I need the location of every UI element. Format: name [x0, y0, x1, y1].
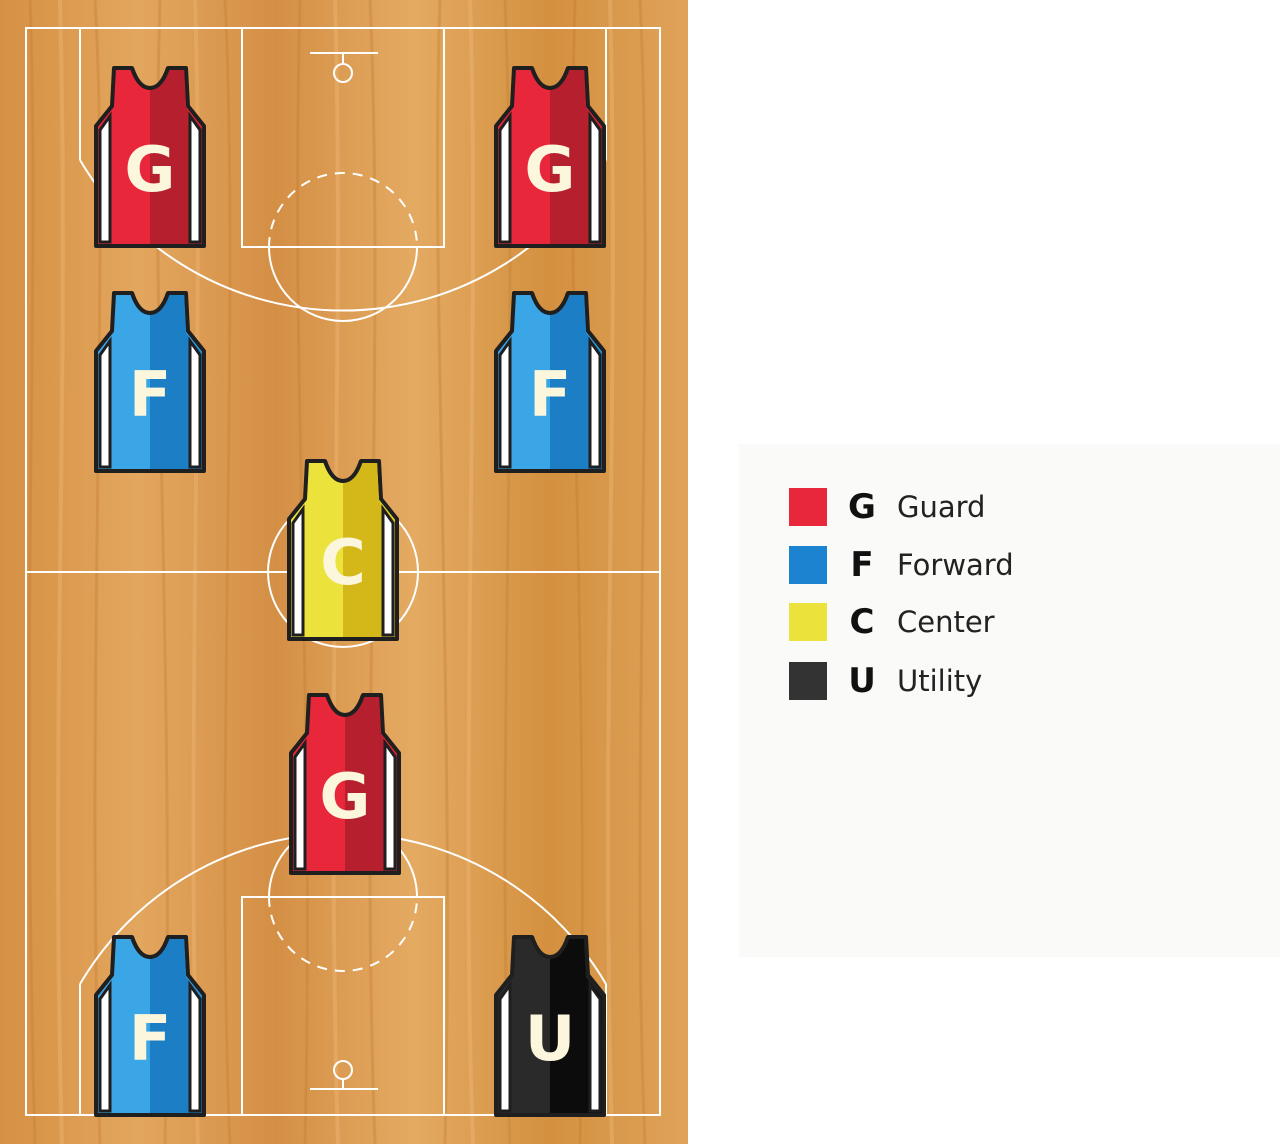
legend-item-utility: U Utility [789, 661, 982, 701]
player-jersey-forward[interactable]: F [492, 291, 608, 473]
jersey-letter: U [524, 1002, 576, 1075]
legend-swatch [789, 603, 827, 641]
player-jersey-guard[interactable]: G [92, 66, 208, 248]
basketball-court: G G F F C G F U [0, 0, 688, 1144]
player-jersey-forward[interactable]: F [92, 291, 208, 473]
legend-item-center: C Center [789, 602, 995, 642]
position-legend: G Guard F Forward C Center U Utility [739, 444, 1280, 957]
jersey-letter: G [319, 760, 371, 833]
legend-label: Forward [897, 548, 1014, 582]
legend-swatch [789, 546, 827, 584]
legend-label: Utility [897, 664, 983, 698]
jersey-letter: F [128, 358, 172, 431]
player-jersey-guard[interactable]: G [492, 66, 608, 248]
legend-swatch [789, 662, 827, 700]
player-jersey-forward[interactable]: F [92, 935, 208, 1117]
legend-code: C [849, 602, 875, 642]
player-jersey-center[interactable]: C [285, 459, 401, 641]
jersey-letter: G [124, 133, 176, 206]
legend-code: G [848, 487, 876, 527]
legend-item-guard: G Guard [789, 487, 985, 527]
legend-label: Guard [897, 490, 986, 524]
jersey-letter: C [320, 526, 366, 599]
player-jersey-guard[interactable]: G [287, 693, 403, 875]
legend-item-forward: F Forward [789, 545, 1014, 585]
player-jersey-utility[interactable]: U [492, 935, 608, 1117]
legend-code: F [850, 545, 874, 585]
legend-code: U [848, 661, 876, 701]
jersey-letter: F [128, 1002, 172, 1075]
legend-label: Center [897, 605, 995, 639]
jersey-letter: F [528, 358, 572, 431]
jersey-letter: G [524, 133, 576, 206]
legend-swatch [789, 488, 827, 526]
